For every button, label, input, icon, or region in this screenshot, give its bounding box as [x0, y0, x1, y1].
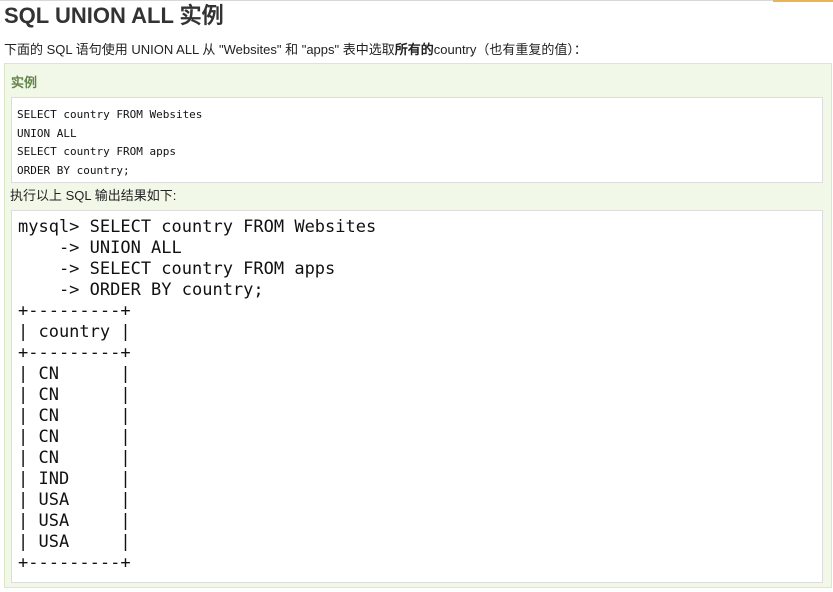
- output-line: +---------+: [18, 553, 131, 573]
- top-accent-bar: [773, 0, 833, 2]
- output-line: mysql> SELECT country FROM Websites: [18, 217, 377, 237]
- output-line: | CN |: [18, 427, 131, 447]
- output-line: -> SELECT country FROM apps: [18, 259, 336, 279]
- output-line: | CN |: [18, 385, 131, 405]
- output-line: -> ORDER BY country;: [18, 280, 264, 300]
- top-divider: [0, 0, 833, 1]
- output-line: -> UNION ALL: [18, 238, 182, 258]
- example-box: 实例 SELECT country FROM Websites UNION AL…: [4, 63, 832, 588]
- result-label: 执行以上 SQL 输出结果如下:: [10, 188, 177, 203]
- output-line: | CN |: [18, 448, 131, 468]
- output-text[interactable]: mysql> SELECT country FROM Websites -> U…: [18, 217, 822, 574]
- page-title: SQL UNION ALL 实例: [4, 3, 224, 28]
- sql-code[interactable]: SELECT country FROM Websites UNION ALL S…: [17, 106, 822, 180]
- output-line: | IND |: [18, 469, 131, 489]
- output-block[interactable]: mysql> SELECT country FROM Websites -> U…: [11, 210, 823, 583]
- page: SQL UNION ALL 实例 下面的 SQL 语句使用 UNION ALL …: [0, 0, 833, 592]
- code-line: ORDER BY country;: [17, 163, 130, 177]
- code-line: SELECT country FROM apps: [17, 145, 176, 158]
- output-line: +---------+: [18, 343, 131, 363]
- code-line: UNION ALL: [17, 126, 77, 140]
- intro-prefix: 下面的 SQL 语句使用 UNION ALL 从 "Websites" 和 "a…: [4, 42, 395, 57]
- output-line: | country |: [18, 322, 131, 342]
- example-label: 实例: [11, 75, 38, 90]
- output-line: | USA |: [18, 511, 131, 531]
- intro-suffix: country（也有重复的值）：: [433, 42, 587, 57]
- code-line: SELECT country FROM Websites: [17, 108, 203, 121]
- output-line: +---------+: [18, 301, 131, 321]
- sql-code-block[interactable]: SELECT country FROM Websites UNION ALL S…: [11, 97, 823, 183]
- output-line: | USA |: [18, 532, 131, 552]
- output-line: | USA |: [18, 490, 131, 510]
- intro-bold: 所有的: [394, 42, 434, 57]
- output-line: | CN |: [18, 406, 131, 426]
- intro-paragraph: 下面的 SQL 语句使用 UNION ALL 从 "Websites" 和 "a…: [4, 42, 587, 58]
- output-line: | CN |: [18, 364, 131, 384]
